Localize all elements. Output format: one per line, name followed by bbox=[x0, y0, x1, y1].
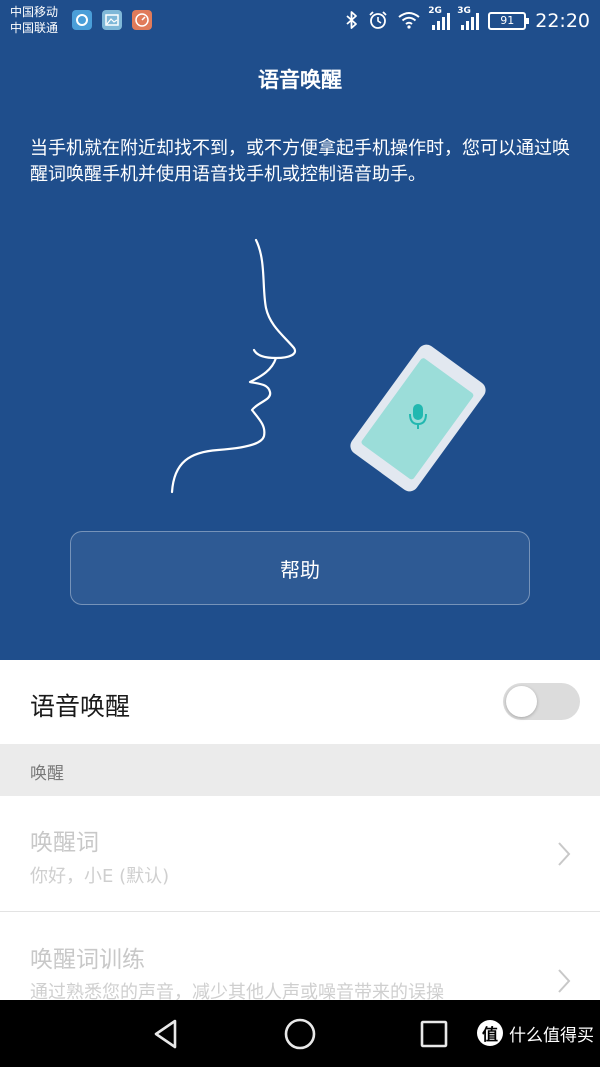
recents-icon[interactable] bbox=[414, 1014, 454, 1054]
gallery-app-icon bbox=[102, 10, 122, 30]
wakeup-word-subtitle: 你好，小E (默认) bbox=[30, 866, 170, 887]
wakeup-word-title: 唤醒词 bbox=[30, 830, 99, 856]
page-title: 语音唤醒 bbox=[258, 68, 342, 92]
page-description: 当手机就在附近却找不到，或不方便拿起手机操作时，您可以通过唤醒词唤醒手机并使用语… bbox=[30, 138, 570, 185]
status-time: 22:20 bbox=[535, 10, 590, 32]
back-icon[interactable] bbox=[146, 1014, 186, 1054]
watermark-badge: 值 bbox=[477, 1020, 503, 1046]
network-type-2: 3G bbox=[457, 6, 471, 16]
carrier-2: 中国联通 bbox=[10, 21, 59, 35]
help-button[interactable]: 帮助 bbox=[70, 531, 530, 605]
list-item-wakeup-word[interactable]: 唤醒词 你好，小E (默认) bbox=[0, 796, 600, 911]
face-profile-line bbox=[170, 238, 297, 494]
section-title-wakeup: 唤醒 bbox=[30, 764, 64, 784]
status-bar: 中国移动 中国联通 2G 3G 91 22:20 bbox=[0, 0, 600, 42]
chevron-right-icon bbox=[558, 842, 571, 866]
wakeup-training-title: 唤醒词训练 bbox=[30, 947, 145, 973]
carrier-1: 中国移动 bbox=[10, 5, 59, 19]
section-header-wakeup: 唤醒 bbox=[0, 744, 600, 796]
wifi-icon bbox=[397, 11, 421, 32]
voice-wakeup-illustration bbox=[170, 238, 486, 494]
watermark-logo: 值 什么值得买 bbox=[477, 1020, 594, 1046]
header-section: 中国移动 中国联通 2G 3G 91 22:20 语音唤醒 当手机就在附近却找不… bbox=[0, 0, 600, 660]
voice-wakeup-label: 语音唤醒 bbox=[30, 692, 131, 721]
browser-app-icon bbox=[72, 10, 92, 30]
list-item-wakeup-training[interactable]: 唤醒词训练 通过熟悉您的声音，减少其他人声或噪音带来的误操 bbox=[0, 912, 600, 1000]
wakeup-training-subtitle: 通过熟悉您的声音，减少其他人声或噪音带来的误操 bbox=[30, 982, 444, 1000]
home-icon[interactable] bbox=[280, 1014, 320, 1054]
battery-icon: 91 bbox=[488, 12, 530, 30]
switch-knob bbox=[506, 686, 537, 717]
speed-app-icon bbox=[132, 10, 152, 30]
status-indicators: 2G 3G 91 22:20 bbox=[345, 0, 590, 42]
network-type-1: 2G bbox=[428, 6, 442, 16]
voice-wakeup-switch[interactable] bbox=[503, 683, 580, 720]
navigation-bar: 值 什么值得买 bbox=[0, 1000, 600, 1067]
alarm-icon bbox=[368, 10, 388, 33]
chevron-right-icon bbox=[558, 969, 571, 993]
phone-illustration bbox=[350, 344, 486, 492]
bluetooth-icon bbox=[345, 10, 359, 33]
watermark-text: 什么值得买 bbox=[509, 1025, 594, 1046]
carrier-info: 中国移动 中国联通 bbox=[10, 4, 58, 36]
signal-3g-icon: 3G bbox=[457, 6, 480, 30]
signal-2g-icon: 2G bbox=[428, 6, 451, 30]
